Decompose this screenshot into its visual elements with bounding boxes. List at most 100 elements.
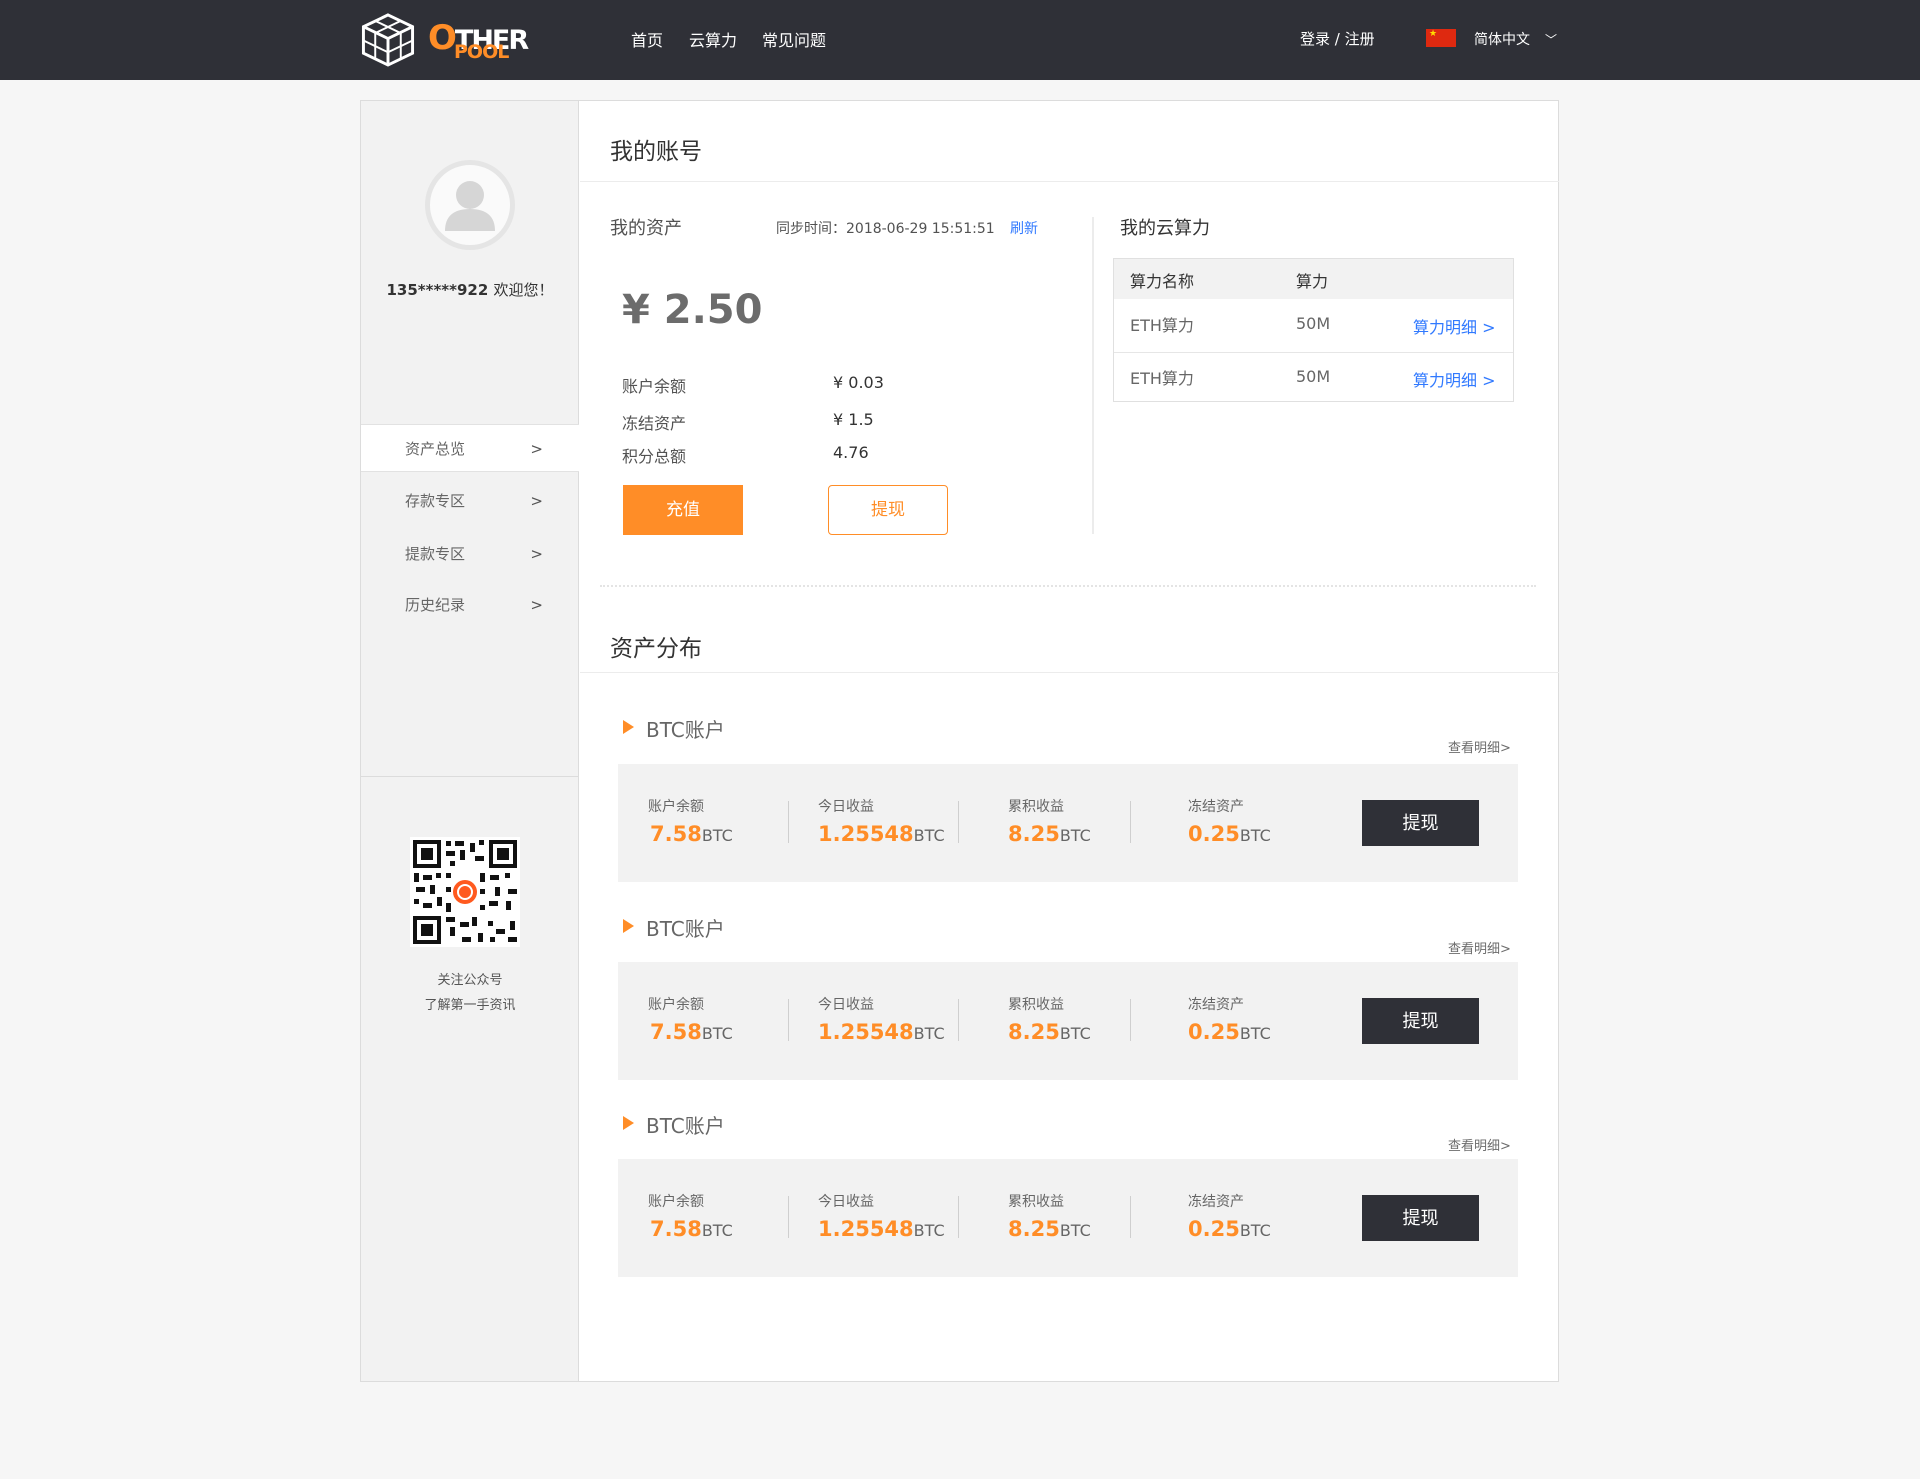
withdraw-button[interactable]: 提现: [828, 485, 948, 535]
logo-bottom-text: POOL: [454, 41, 509, 63]
cumulative-income-value: 8.25BTC: [1008, 1217, 1091, 1241]
view-details-link[interactable]: 查看明细>: [1448, 737, 1511, 756]
frozen-assets-label: 冻结资产: [1188, 1194, 1244, 1210]
balance-label: 账户余额: [648, 1194, 704, 1210]
balance-value: ¥ 0.03: [833, 373, 884, 392]
nav-cloud-hashrate[interactable]: 云算力: [689, 27, 737, 51]
withdraw-button[interactable]: 提现: [1362, 800, 1479, 846]
sync-time: 同步时间：2018-06-29 15:51:51: [776, 218, 995, 238]
hashrate-detail-link[interactable]: 算力明细 >: [1413, 367, 1496, 391]
withdraw-button[interactable]: 提现: [1362, 998, 1479, 1044]
amount: 0.25: [1188, 822, 1240, 846]
sidebar-divider: [361, 776, 579, 777]
frozen-value: ¥ 1.5: [833, 410, 874, 429]
chevron-right-icon: >: [530, 596, 543, 614]
account-title: 我的账号: [610, 139, 702, 165]
sidebar-item-withdraw[interactable]: 提款专区 >: [361, 530, 579, 578]
chevron-down-icon[interactable]: ﹀: [1545, 31, 1557, 48]
chevron-right-icon: >: [530, 492, 543, 510]
account-name: BTC账户: [646, 1114, 725, 1138]
cube-logo-icon[interactable]: [358, 12, 418, 67]
unit: BTC: [1239, 826, 1271, 845]
column-separator: [788, 801, 789, 843]
nav-home[interactable]: 首页: [631, 27, 663, 51]
avatar[interactable]: [425, 160, 515, 250]
total-assets-amount: ¥ 2.50: [622, 287, 763, 333]
language-select[interactable]: 简体中文: [1474, 29, 1530, 49]
column-separator: [958, 999, 959, 1041]
unit: BTC: [1239, 1221, 1271, 1240]
account-card: 账户余额 7.58BTC 今日收益 1.25548BTC 累积收益 8.25BT…: [618, 764, 1518, 882]
amount: 0.25: [1188, 1217, 1240, 1241]
amount: 7.58: [650, 1020, 702, 1044]
sidebar-item-history[interactable]: 历史纪录 >: [361, 581, 579, 629]
column-header-rate: 算力: [1296, 272, 1329, 291]
cumulative-income-label: 累积收益: [1008, 799, 1064, 815]
frozen-assets-value: 0.25BTC: [1188, 1020, 1271, 1044]
column-separator: [1130, 999, 1131, 1041]
login-register-link[interactable]: 登录 / 注册: [1300, 28, 1375, 49]
my-assets-label: 我的资产: [610, 218, 682, 239]
today-income-label: 今日收益: [818, 799, 874, 815]
recharge-button[interactable]: 充值: [623, 485, 743, 535]
username: 135*****922: [386, 281, 489, 299]
chevron-right-icon: >: [530, 440, 543, 458]
sidebar-item-deposit[interactable]: 存款专区 >: [361, 477, 579, 525]
main-content: 我的账号 我的资产 同步时间：2018-06-29 15:51:51 刷新 ¥ …: [580, 101, 1559, 1381]
points-value: 4.76: [833, 443, 869, 462]
account-card: 账户余额 7.58BTC 今日收益 1.25548BTC 累积收益 8.25BT…: [618, 962, 1518, 1080]
balance-label: 账户余额: [622, 377, 687, 396]
title-divider: [580, 181, 1559, 182]
logo-wordmark[interactable]: OTHER POOL: [428, 18, 529, 66]
today-income-label: 今日收益: [818, 1194, 874, 1210]
column-separator: [958, 801, 959, 843]
view-details-link[interactable]: 查看明细>: [1448, 1135, 1511, 1154]
amount: 8.25: [1008, 822, 1060, 846]
triangle-right-icon: [623, 720, 634, 734]
hashrate-detail-link[interactable]: 算力明细 >: [1413, 314, 1496, 338]
frozen-label: 冻结资产: [622, 414, 687, 433]
unit: BTC: [1059, 826, 1091, 845]
column-separator: [1130, 1196, 1131, 1238]
page-frame: 135*****922 欢迎您！ 资产总览 > 存款专区 > 提款专区 > 历史…: [360, 100, 1559, 1382]
sync-time-value: 2018-06-29 15:51:51: [846, 221, 995, 237]
china-flag-icon[interactable]: [1426, 29, 1456, 47]
today-income-value: 1.25548BTC: [818, 1020, 945, 1044]
sidebar-item-label: 存款专区: [405, 492, 466, 510]
table-row-divider: [1114, 352, 1513, 353]
dotted-divider: [600, 585, 1536, 587]
today-income-label: 今日收益: [818, 997, 874, 1013]
triangle-right-icon: [623, 919, 634, 933]
today-income-value: 1.25548BTC: [818, 1217, 945, 1241]
unit: BTC: [913, 1221, 945, 1240]
cumulative-income-label: 累积收益: [1008, 1194, 1064, 1210]
unit: BTC: [1239, 1024, 1271, 1043]
logo-o: O: [428, 18, 457, 58]
top-nav-bar: OTHER POOL 首页 云算力 常见问题 登录 / 注册 简体中文 ﹀: [0, 0, 1920, 80]
withdraw-button[interactable]: 提现: [1362, 1195, 1479, 1241]
unit: BTC: [913, 1024, 945, 1043]
column-separator: [788, 1196, 789, 1238]
sync-label: 同步时间：: [776, 221, 846, 237]
sidebar-item-label: 提款专区: [405, 545, 466, 563]
table-row-name: ETH算力: [1130, 369, 1194, 388]
vertical-divider: [1092, 217, 1094, 534]
unit: BTC: [913, 826, 945, 845]
welcome-label: 欢迎您！: [493, 281, 554, 299]
welcome-text: 135*****922 欢迎您！: [361, 279, 579, 300]
balance-value: 7.58BTC: [650, 1217, 733, 1241]
table-row-rate: 50M: [1296, 314, 1331, 333]
distribution-divider: [580, 672, 1559, 673]
unit: BTC: [1059, 1024, 1091, 1043]
amount: 1.25548: [818, 1020, 914, 1044]
today-income-value: 1.25548BTC: [818, 822, 945, 846]
sidebar-item-asset-overview[interactable]: 资产总览 >: [361, 424, 579, 472]
unit: BTC: [701, 826, 733, 845]
view-details-link[interactable]: 查看明细>: [1448, 938, 1511, 957]
balance-value: 7.58BTC: [650, 1020, 733, 1044]
cloud-hashrate-title: 我的云算力: [1120, 218, 1210, 239]
distribution-title: 资产分布: [610, 636, 702, 662]
cumulative-income-label: 累积收益: [1008, 997, 1064, 1013]
refresh-link[interactable]: 刷新: [1010, 218, 1038, 238]
nav-faq[interactable]: 常见问题: [762, 27, 826, 51]
